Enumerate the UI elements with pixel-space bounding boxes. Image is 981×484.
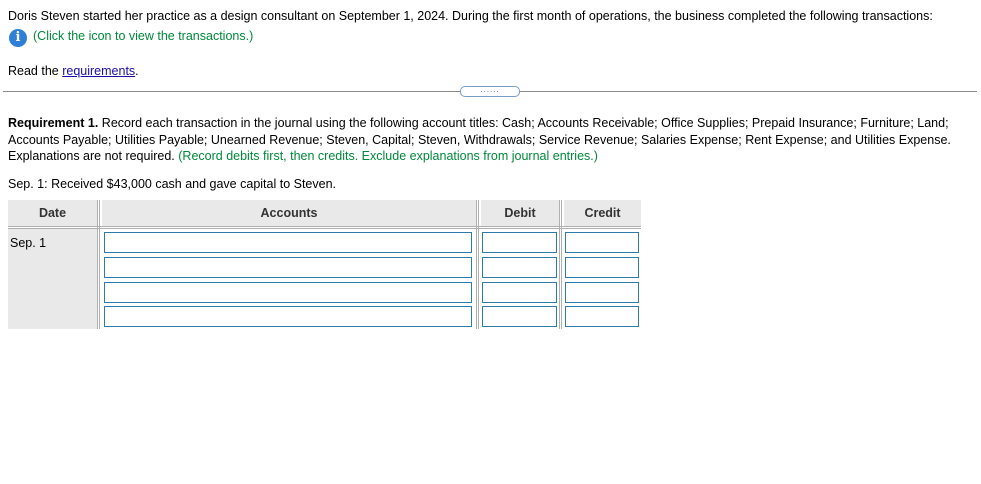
date-cell: Sep. 1 [8,229,97,329]
header-rule [8,228,641,229]
accounts-header: Accounts [102,200,476,226]
credit-input-row-4[interactable] [565,306,639,327]
debit-input-row-3[interactable] [482,282,557,303]
intro-text: Doris Steven started her practice as a d… [8,9,933,23]
header-rule [8,226,641,227]
account-input-row-3[interactable] [104,282,472,303]
requirements-link[interactable]: requirements [62,64,135,78]
credit-input-row-1[interactable] [565,232,639,253]
read-suffix: . [135,64,139,78]
date-header: Date [8,200,97,226]
requirement-note: (Record debits first, then credits. Excl… [178,149,598,163]
requirement-paragraph: Requirement 1. Record each transaction i… [8,115,976,165]
debit-header: Debit [481,200,559,226]
transaction-description: Sep. 1: Received $43,000 cash and gave c… [8,177,337,191]
view-transactions-link[interactable]: (Click the icon to view the transactions… [33,29,253,43]
journal-table: Date Accounts Debit Credit Sep. 1 [8,200,641,329]
account-input-row-2[interactable] [104,257,472,278]
info-icon[interactable]: i [9,29,27,47]
column-separator [97,200,100,329]
account-input-row-4[interactable] [104,306,472,327]
account-input-row-1[interactable] [104,232,472,253]
expand-button[interactable]: ...... [460,86,520,97]
debit-input-row-4[interactable] [482,306,557,327]
read-requirements-line: Read the requirements. [8,64,139,78]
requirement-label: Requirement 1. [8,116,99,130]
column-separator [476,200,479,329]
read-prefix: Read the [8,64,63,78]
debit-input-row-1[interactable] [482,232,557,253]
credit-input-row-2[interactable] [565,257,639,278]
credit-header: Credit [564,200,641,226]
debit-input-row-2[interactable] [482,257,557,278]
date-value: Sep. 1 [10,236,47,250]
credit-input-row-3[interactable] [565,282,639,303]
column-separator [559,200,562,329]
